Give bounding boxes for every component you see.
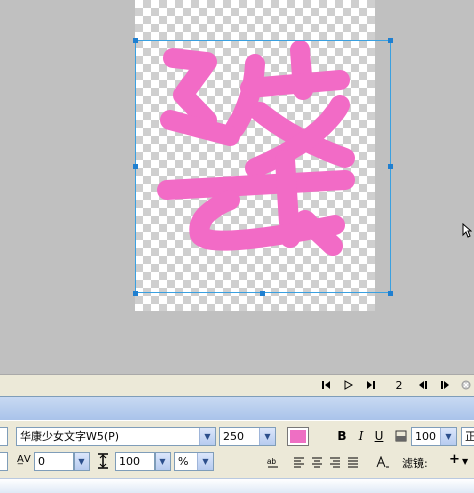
anti-alias-icon[interactable] <box>374 453 392 471</box>
play-icon <box>344 380 353 390</box>
underline-button[interactable]: U <box>370 427 388 445</box>
resize-handle-top-right[interactable] <box>388 38 393 43</box>
bold-button[interactable]: B <box>333 427 351 445</box>
chevron-down-icon[interactable]: ▼ <box>462 457 468 466</box>
kerning-dropdown[interactable]: ▼ <box>74 452 90 471</box>
kerning-value: 0 <box>38 455 45 468</box>
first-frame-button[interactable] <box>318 377 334 393</box>
previous-frame-button[interactable] <box>415 377 431 393</box>
resize-handle-middle-left[interactable] <box>133 164 138 169</box>
resize-handle-middle-right[interactable] <box>388 164 393 169</box>
panel-edge-field-2[interactable] <box>0 452 8 471</box>
leading-icon <box>96 453 110 472</box>
chevron-down-icon: ▼ <box>156 453 170 470</box>
leading-value: 100 <box>119 455 140 468</box>
chevron-down-icon: ▼ <box>199 428 215 445</box>
resize-handle-bottom-center[interactable] <box>260 291 265 296</box>
panel-edge-field[interactable] <box>0 427 8 446</box>
play-button[interactable] <box>340 377 356 393</box>
chevron-down-icon: ▼ <box>75 453 89 470</box>
next-frame-icon <box>441 381 449 389</box>
font-family-value: 华康少女文字W5(P) <box>20 430 120 443</box>
first-frame-icon <box>322 381 330 389</box>
font-size-select[interactable]: 250 ▼ <box>219 427 276 446</box>
opacity-select[interactable]: 100 ▼ <box>411 427 457 446</box>
leading-unit-value: % <box>178 455 189 468</box>
filters-label: 滤镜: <box>402 457 428 470</box>
align-right-icon[interactable] <box>326 453 344 471</box>
fill-color-preview <box>290 430 306 443</box>
font-size-value: 250 <box>223 430 244 443</box>
chevron-down-icon: ▼ <box>259 428 275 445</box>
kerning-field[interactable]: 0 <box>34 452 74 471</box>
font-family-select[interactable]: 华康少女文字W5(P) ▼ <box>16 427 216 446</box>
opacity-icon <box>392 427 410 445</box>
leading-dropdown[interactable]: ▼ <box>155 452 171 471</box>
last-frame-icon <box>367 381 375 389</box>
frame-controls-bar: 2 <box>0 374 474 396</box>
resize-handle-top-left[interactable] <box>133 38 138 43</box>
current-frame-number: 2 <box>395 379 403 392</box>
leading-unit-select[interactable]: % ▼ <box>174 452 214 471</box>
chevron-down-icon: ▼ <box>440 428 456 445</box>
panel-bottom-strip <box>0 478 474 493</box>
properties-panel-header[interactable] <box>0 396 474 420</box>
next-frame-button[interactable] <box>437 377 453 393</box>
selection-bounding-box[interactable] <box>135 40 391 293</box>
close-icon[interactable] <box>458 377 474 393</box>
svg-text:ab: ab <box>267 457 276 466</box>
last-frame-button[interactable] <box>363 377 379 393</box>
resize-handle-bottom-left[interactable] <box>133 291 138 296</box>
italic-button[interactable]: I <box>352 427 370 445</box>
mouse-cursor-icon <box>462 223 472 238</box>
chevron-down-icon: ▼ <box>197 453 213 470</box>
leading-field[interactable]: 100 <box>115 452 155 471</box>
blend-mode-value: 正 <box>465 430 474 443</box>
blend-mode-select[interactable]: 正 <box>461 427 474 446</box>
align-justify-icon[interactable] <box>344 453 362 471</box>
opacity-value: 100 <box>415 430 436 443</box>
previous-frame-icon <box>419 381 427 389</box>
text-orientation-icon[interactable]: ab <box>264 453 282 471</box>
align-left-icon[interactable] <box>290 453 308 471</box>
fill-color-swatch[interactable] <box>287 427 309 446</box>
resize-handle-bottom-right[interactable] <box>388 291 393 296</box>
add-filter-button[interactable]: + <box>449 452 460 467</box>
kerning-icon: A̲V <box>17 454 31 465</box>
align-center-icon[interactable] <box>308 453 326 471</box>
